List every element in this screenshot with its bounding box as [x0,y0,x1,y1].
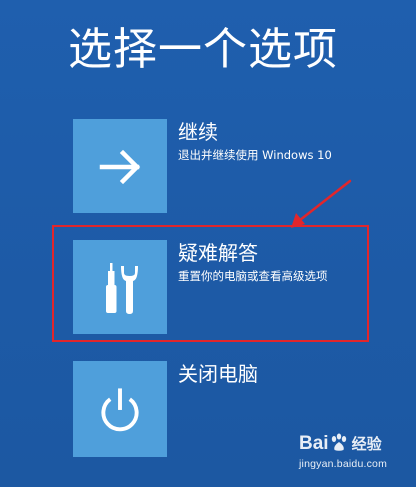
option-description: 退出并继续使用 Windows 10 [178,148,332,162]
page-title: 选择一个选项 [68,24,338,75]
option-shutdown-tile[interactable] [73,361,167,457]
option-continue-tile[interactable] [73,119,167,213]
watermark-brand-left: Bai [299,433,329,454]
recovery-options-screen: 选择一个选项 继续 退出并继续使用 Windows 10 疑难解答 重置你的电脑… [0,0,416,487]
watermark-brand: Bai 经验 [299,432,382,457]
option-shutdown-text: 关闭电脑 [178,361,258,387]
paw-icon [331,433,346,451]
option-title: 继续 [178,120,218,144]
watermark-brand-right: 经验 [351,436,382,453]
option-continue[interactable]: 继续 退出并继续使用 Windows 10 [73,119,373,215]
power-icon [101,388,139,432]
option-continue-text: 继续 退出并继续使用 Windows 10 [178,119,332,163]
arrow-right-icon [99,149,141,185]
annotation-highlight-box [52,225,369,342]
watermark: Bai 经验 jingyan.baidu.com [297,432,411,482]
watermark-url: jingyan.baidu.com [299,458,388,470]
option-title: 关闭电脑 [178,362,258,386]
